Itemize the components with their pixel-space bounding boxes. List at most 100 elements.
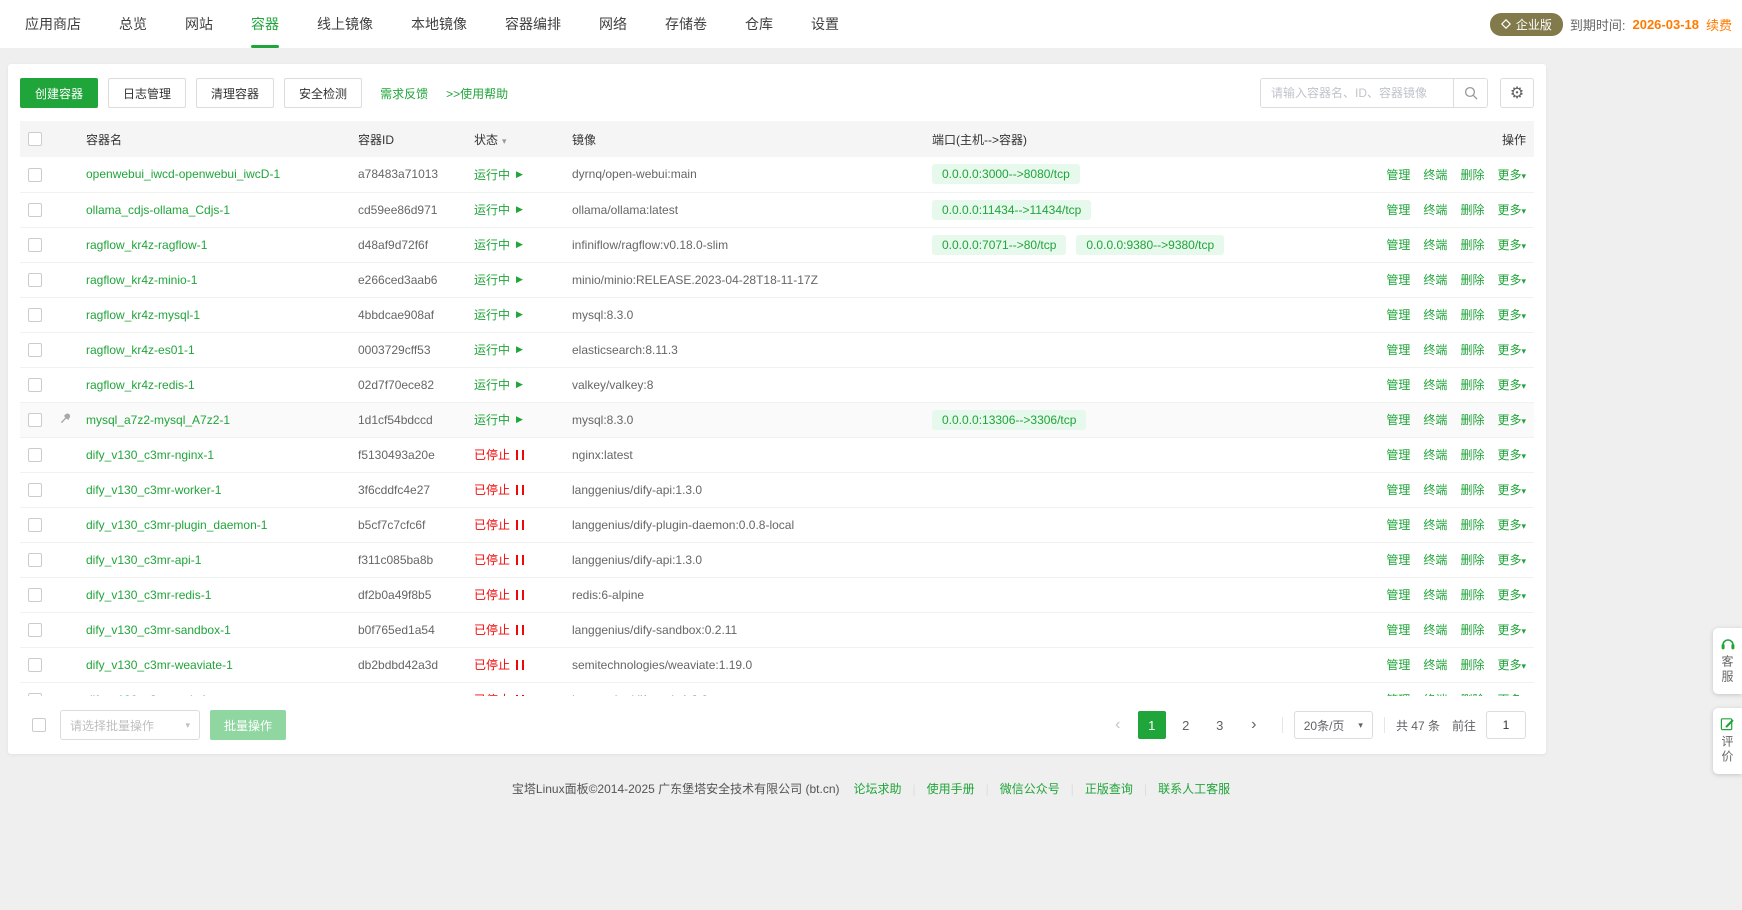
nav-item-4[interactable]: 容器: [232, 0, 298, 48]
more-link[interactable]: 更多▾: [1497, 413, 1526, 427]
prev-page-button[interactable]: ‹: [1104, 711, 1132, 739]
more-link[interactable]: 更多▾: [1497, 343, 1526, 357]
settings-button[interactable]: ⚙: [1500, 78, 1534, 108]
security-check-button[interactable]: 安全检测: [284, 78, 362, 108]
terminal-link[interactable]: 终端: [1423, 658, 1447, 672]
container-name-link[interactable]: ragflow_kr4z-redis-1: [86, 378, 195, 392]
status-badge[interactable]: 运行中▶: [474, 376, 523, 393]
footer-link-2[interactable]: 使用手册: [927, 780, 975, 797]
status-badge[interactable]: 运行中▶: [474, 271, 523, 288]
status-badge[interactable]: 已停止: [474, 551, 524, 568]
more-link[interactable]: 更多▾: [1497, 448, 1526, 462]
nav-item-9[interactable]: 存储卷: [646, 0, 726, 48]
nav-item-7[interactable]: 容器编排: [486, 0, 580, 48]
customer-service-tab[interactable]: 客服: [1713, 628, 1742, 694]
delete-link[interactable]: 删除: [1460, 343, 1484, 357]
delete-link[interactable]: 删除: [1460, 658, 1484, 672]
status-badge[interactable]: 已停止: [474, 516, 524, 533]
more-link[interactable]: 更多▾: [1497, 553, 1526, 567]
manage-link[interactable]: 管理: [1386, 238, 1410, 252]
terminal-link[interactable]: 终端: [1423, 518, 1447, 532]
nav-item-6[interactable]: 本地镜像: [392, 0, 486, 48]
status-badge[interactable]: 运行中▶: [474, 201, 523, 218]
container-name-link[interactable]: dify_v130_c3mr-sandbox-1: [86, 623, 231, 637]
manage-link[interactable]: 管理: [1386, 413, 1410, 427]
row-checkbox[interactable]: [28, 273, 42, 287]
more-link[interactable]: 更多▾: [1497, 378, 1526, 392]
delete-link[interactable]: 删除: [1460, 483, 1484, 497]
help-link[interactable]: >>使用帮助: [446, 85, 508, 102]
container-name-link[interactable]: dify_v130_c3mr-nginx-1: [86, 448, 214, 462]
footer-link-1[interactable]: 论坛求助: [854, 780, 902, 797]
more-link[interactable]: 更多▾: [1497, 203, 1526, 217]
feedback-link[interactable]: 需求反馈: [380, 85, 428, 102]
terminal-link[interactable]: 终端: [1423, 413, 1447, 427]
delete-link[interactable]: 删除: [1460, 553, 1484, 567]
status-badge[interactable]: 已停止: [474, 446, 524, 463]
manage-link[interactable]: 管理: [1386, 588, 1410, 602]
delete-link[interactable]: 删除: [1460, 588, 1484, 602]
nav-item-11[interactable]: 设置: [792, 0, 858, 48]
manage-link[interactable]: 管理: [1386, 378, 1410, 392]
terminal-link[interactable]: 终端: [1423, 203, 1447, 217]
batch-select-all-checkbox[interactable]: [32, 718, 46, 732]
container-name-link[interactable]: ollama_cdjs-ollama_Cdjs-1: [86, 203, 230, 217]
more-link[interactable]: 更多▾: [1497, 273, 1526, 287]
container-name-link[interactable]: dify_v130_c3mr-redis-1: [86, 588, 211, 602]
row-checkbox[interactable]: [28, 448, 42, 462]
manage-link[interactable]: 管理: [1386, 308, 1410, 322]
manage-link[interactable]: 管理: [1386, 623, 1410, 637]
status-badge[interactable]: 运行中▶: [474, 341, 523, 358]
container-name-link[interactable]: mysql_a7z2-mysql_A7z2-1: [86, 413, 230, 427]
status-badge[interactable]: 运行中▶: [474, 236, 523, 253]
terminal-link[interactable]: 终端: [1423, 308, 1447, 322]
status-badge[interactable]: 已停止: [474, 656, 524, 673]
manage-link[interactable]: 管理: [1386, 203, 1410, 217]
nav-item-3[interactable]: 网站: [166, 0, 232, 48]
row-checkbox[interactable]: [28, 308, 42, 322]
row-checkbox[interactable]: [28, 238, 42, 252]
delete-link[interactable]: 删除: [1460, 203, 1484, 217]
manage-link[interactable]: 管理: [1386, 658, 1410, 672]
terminal-link[interactable]: 终端: [1423, 378, 1447, 392]
container-name-link[interactable]: dify_v130_c3mr-plugin_daemon-1: [86, 518, 267, 532]
terminal-link[interactable]: 终端: [1423, 448, 1447, 462]
row-checkbox[interactable]: [28, 378, 42, 392]
terminal-link[interactable]: 终端: [1423, 623, 1447, 637]
footer-link-3[interactable]: 微信公众号: [1000, 780, 1060, 797]
manage-link[interactable]: 管理: [1386, 168, 1410, 182]
more-link[interactable]: 更多▾: [1497, 658, 1526, 672]
delete-link[interactable]: 删除: [1460, 168, 1484, 182]
footer-link-5[interactable]: 联系人工客服: [1158, 780, 1230, 797]
delete-link[interactable]: 删除: [1460, 623, 1484, 637]
row-checkbox[interactable]: [28, 623, 42, 637]
delete-link[interactable]: 删除: [1460, 448, 1484, 462]
status-badge[interactable]: 已停止: [474, 621, 524, 638]
log-management-button[interactable]: 日志管理: [108, 78, 186, 108]
create-container-button[interactable]: 创建容器: [20, 78, 98, 108]
row-checkbox[interactable]: [28, 203, 42, 217]
status-badge[interactable]: 运行中▶: [474, 166, 523, 183]
page-size-select[interactable]: 20条/页 ▾: [1294, 711, 1373, 739]
row-checkbox[interactable]: [28, 588, 42, 602]
delete-link[interactable]: 删除: [1460, 413, 1484, 427]
clean-container-button[interactable]: 清理容器: [196, 78, 274, 108]
nav-item-5[interactable]: 线上镜像: [298, 0, 392, 48]
container-name-link[interactable]: ragflow_kr4z-mysql-1: [86, 308, 200, 322]
more-link[interactable]: 更多▾: [1497, 518, 1526, 532]
renew-link[interactable]: 续费: [1706, 15, 1732, 34]
delete-link[interactable]: 删除: [1460, 378, 1484, 392]
nav-item-10[interactable]: 仓库: [726, 0, 792, 48]
row-checkbox[interactable]: [28, 483, 42, 497]
review-tab[interactable]: 评价: [1713, 708, 1742, 774]
batch-operation-select[interactable]: 请选择批量操作 ▾: [60, 710, 200, 740]
more-link[interactable]: 更多▾: [1497, 308, 1526, 322]
delete-link[interactable]: 删除: [1460, 273, 1484, 287]
delete-link[interactable]: 删除: [1460, 308, 1484, 322]
more-link[interactable]: 更多▾: [1497, 623, 1526, 637]
container-name-link[interactable]: ragflow_kr4z-ragflow-1: [86, 238, 207, 252]
terminal-link[interactable]: 终端: [1423, 553, 1447, 567]
status-badge[interactable]: 运行中▶: [474, 411, 523, 428]
terminal-link[interactable]: 终端: [1423, 343, 1447, 357]
manage-link[interactable]: 管理: [1386, 448, 1410, 462]
